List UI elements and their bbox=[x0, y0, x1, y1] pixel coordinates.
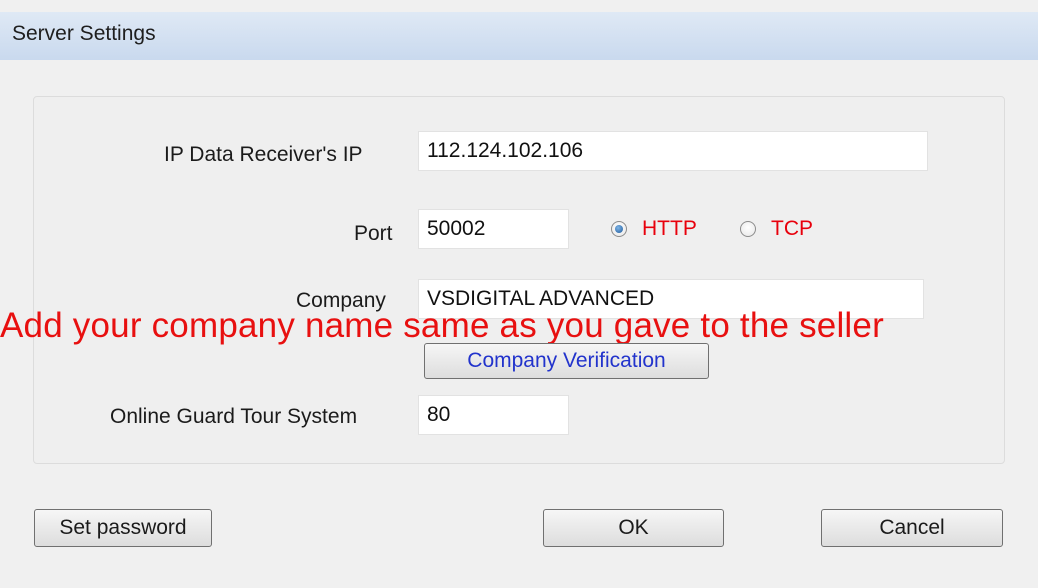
cancel-button[interactable]: Cancel bbox=[821, 509, 1003, 547]
window-title: Server Settings bbox=[12, 22, 156, 45]
http-radio[interactable] bbox=[611, 221, 627, 237]
http-radio-label[interactable]: HTTP bbox=[642, 217, 697, 241]
server-settings-window: Server Settings IP Data Receiver's IP 11… bbox=[0, 0, 1038, 588]
title-bar[interactable]: Server Settings bbox=[0, 12, 1038, 60]
guard-tour-input[interactable]: 80 bbox=[418, 395, 569, 435]
port-label: Port bbox=[354, 222, 393, 245]
port-input[interactable]: 50002 bbox=[418, 209, 569, 249]
tcp-radio-label[interactable]: TCP bbox=[771, 217, 813, 241]
set-password-button[interactable]: Set password bbox=[34, 509, 212, 547]
ip-label: IP Data Receiver's IP bbox=[164, 143, 363, 166]
guard-tour-label: Online Guard Tour System bbox=[110, 405, 358, 428]
ok-button[interactable]: OK bbox=[543, 509, 724, 547]
tcp-radio[interactable] bbox=[740, 221, 756, 237]
company-verification-button[interactable]: Company Verification bbox=[424, 343, 709, 379]
radio-selected-dot bbox=[615, 225, 623, 233]
ip-input[interactable]: 112.124.102.106 bbox=[418, 131, 928, 171]
annotation-text: Add your company name same as you gave t… bbox=[0, 306, 884, 345]
